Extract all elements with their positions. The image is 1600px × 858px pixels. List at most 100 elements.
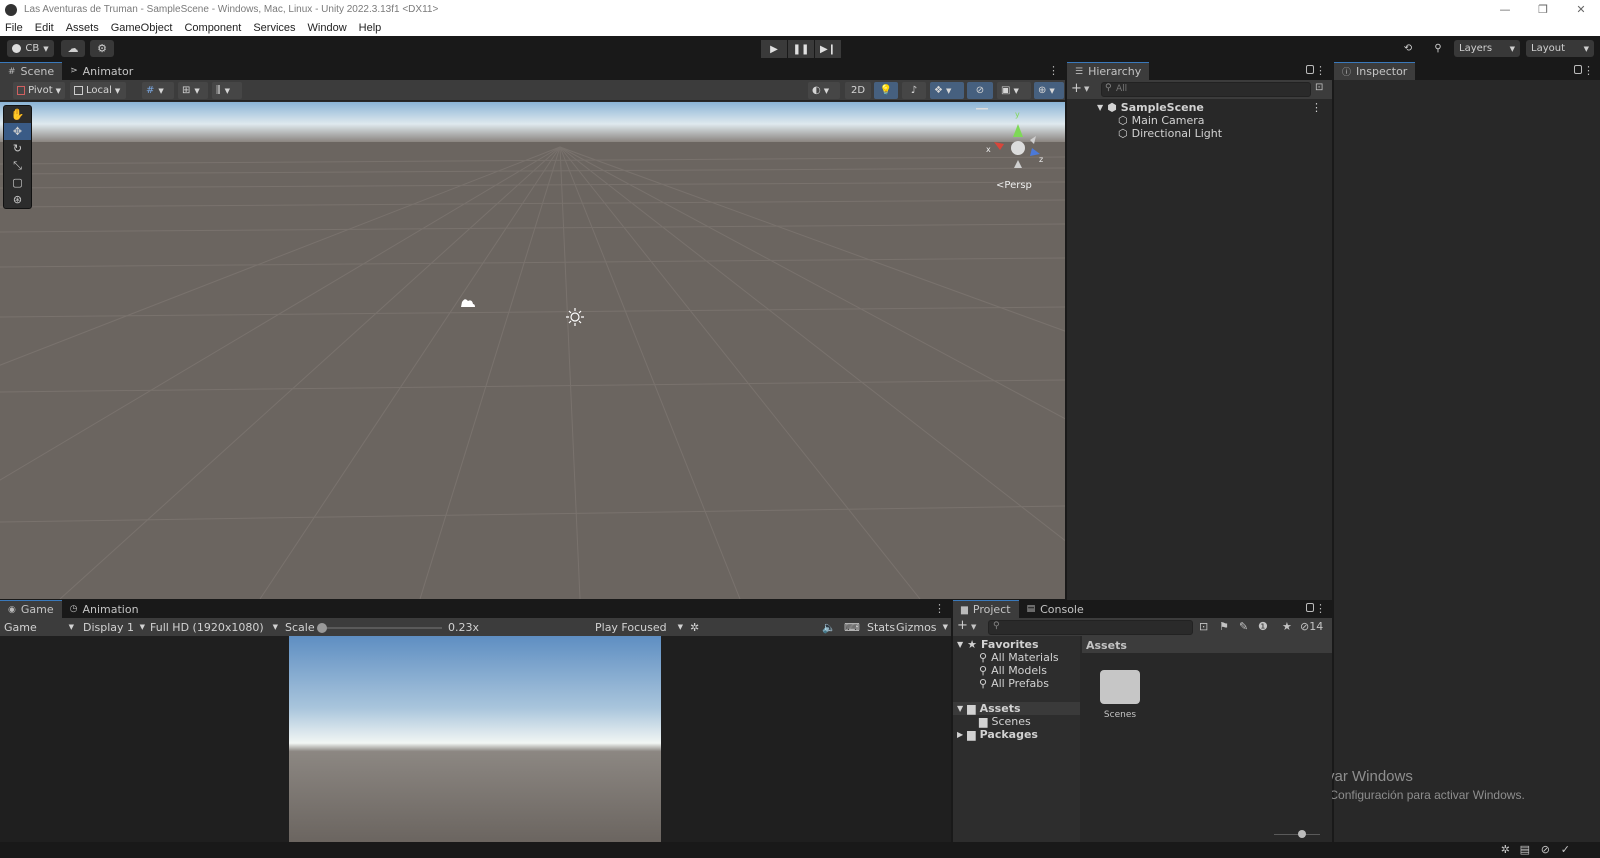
restore-button[interactable]: ❐: [1524, 0, 1562, 19]
star-icon[interactable]: ★: [1282, 620, 1292, 633]
account-button[interactable]: CB ▼: [7, 40, 54, 57]
add-icon[interactable]: +: [957, 618, 968, 633]
hidden-packages-toggle[interactable]: ⊘14: [1300, 620, 1323, 633]
panel-menu-icon[interactable]: ⋮: [1583, 64, 1594, 77]
favorite-all-models[interactable]: ⚲ All Models: [979, 664, 1047, 677]
keyboard-icon[interactable]: ⌨: [844, 620, 860, 634]
scale-tool[interactable]: ⤡: [4, 157, 31, 174]
cache-server-icon[interactable]: ▤: [1520, 843, 1530, 856]
menu-edit[interactable]: Edit: [35, 22, 54, 34]
transform-tool[interactable]: ⊛: [4, 191, 31, 208]
icon-size-slider-thumb[interactable]: [1298, 830, 1306, 838]
move-tool[interactable]: ✥: [4, 123, 31, 140]
rotate-tool[interactable]: ↻: [4, 140, 31, 157]
scale-slider[interactable]: [317, 623, 442, 633]
tab-animation[interactable]: ◷ Animation: [62, 600, 147, 618]
favorite-all-prefabs[interactable]: ⚲ All Prefabs: [979, 677, 1049, 690]
tag-icon[interactable]: ✎: [1239, 620, 1248, 633]
hierarchy-item-main-camera[interactable]: ⬡ Main Camera: [1118, 114, 1205, 127]
resolution-dropdown[interactable]: Full HD (1920x1080) ▼: [150, 620, 278, 634]
asset-scenes-folder[interactable]: Scenes: [1100, 670, 1140, 720]
pivot-dropdown[interactable]: Pivot ▼: [13, 82, 65, 99]
audio-toggle-button[interactable]: ♪: [902, 82, 926, 99]
gizmos-dropdown[interactable]: Gizmos ▼: [896, 620, 948, 634]
hidden-objects-toggle-button[interactable]: ⊘: [967, 82, 993, 99]
favorites-section[interactable]: ▼ ★ Favorites: [957, 638, 1039, 651]
undo-history-button[interactable]: ⟲: [1397, 40, 1419, 57]
debug-bug-icon[interactable]: ✲: [690, 620, 699, 634]
icon-size-slider[interactable]: [1274, 830, 1320, 838]
menu-component[interactable]: Component: [184, 22, 241, 34]
effects-toggle-button[interactable]: ❖ ▼: [930, 82, 964, 99]
gizmos-toggle-button[interactable]: ⊕ ▼: [1034, 82, 1064, 99]
hierarchy-scene-row[interactable]: ▼ ⬢ SampleScene ⋮: [1097, 101, 1322, 114]
menu-help[interactable]: Help: [359, 22, 382, 34]
local-dropdown[interactable]: Local ▼: [70, 82, 126, 99]
perspective-label[interactable]: <Persp: [996, 180, 1032, 191]
tree-scenes-folder[interactable]: ▆ Scenes: [979, 715, 1031, 728]
hierarchy-item-directional-light[interactable]: ⬡ Directional Light: [1118, 127, 1222, 140]
warning-filter-icon[interactable]: ❶: [1258, 620, 1268, 633]
panel-menu-icon[interactable]: ⋮: [934, 602, 945, 615]
mute-audio-icon[interactable]: 🔈: [822, 620, 836, 634]
scale-slider-thumb[interactable]: [317, 623, 328, 633]
tab-inspector[interactable]: ⓘ Inspector: [1334, 62, 1416, 80]
progress-check-icon[interactable]: ✓: [1561, 843, 1570, 856]
menu-assets[interactable]: Assets: [66, 22, 99, 34]
favorite-all-materials[interactable]: ⚲ All Materials: [979, 651, 1059, 664]
search-by-type-icon[interactable]: ⊡: [1315, 82, 1323, 93]
minimize-button[interactable]: —: [1486, 0, 1524, 19]
layout-dropdown[interactable]: Layout ▼: [1526, 40, 1594, 57]
lighting-toggle-button[interactable]: 💡: [874, 82, 898, 99]
debug-icon[interactable]: ✲: [1501, 843, 1510, 856]
lock-icon[interactable]: [1574, 65, 1582, 74]
game-view-render[interactable]: [289, 636, 661, 842]
search-button[interactable]: ⚲: [1427, 40, 1449, 57]
stats-button[interactable]: Stats: [867, 620, 895, 634]
rect-tool[interactable]: ▢: [4, 174, 31, 191]
collab-button[interactable]: ⚙: [90, 40, 114, 57]
panel-menu-icon[interactable]: ⋮: [1315, 602, 1326, 615]
search-by-label-icon[interactable]: ⚑: [1219, 620, 1229, 633]
panel-menu-icon[interactable]: ⋮: [1048, 64, 1059, 77]
play-button[interactable]: ▶: [761, 40, 787, 58]
shading-mode-button[interactable]: ◐ ▼: [808, 82, 840, 99]
close-button[interactable]: ✕: [1562, 0, 1600, 19]
assets-breadcrumb[interactable]: Assets: [1082, 636, 1332, 653]
tab-hierarchy[interactable]: ☰ Hierarchy: [1067, 62, 1150, 80]
pause-button[interactable]: ❚❚: [788, 40, 814, 58]
project-search-input[interactable]: [988, 620, 1193, 635]
game-view-dropdown[interactable]: Game ▼: [4, 620, 74, 634]
menu-gameobject[interactable]: GameObject: [111, 22, 173, 34]
auto-generate-lighting-icon[interactable]: ⊘: [1541, 843, 1550, 856]
tab-animator[interactable]: ⋗ Animator: [62, 62, 141, 80]
tab-console[interactable]: ▤ Console: [1019, 600, 1092, 618]
grid-snapping-button[interactable]: # ▼: [142, 82, 174, 99]
scene-menu-icon[interactable]: ⋮: [1311, 101, 1322, 114]
tab-scene[interactable]: # Scene: [0, 62, 63, 80]
panel-menu-icon[interactable]: ⋮: [1315, 64, 1326, 77]
display-dropdown[interactable]: Display 1 ▼: [83, 620, 145, 634]
camera-settings-button[interactable]: ▣ ▼: [997, 82, 1031, 99]
play-mode-dropdown[interactable]: Play Focused ▼: [595, 620, 683, 634]
menu-file[interactable]: File: [5, 22, 23, 34]
toggle-2d-button[interactable]: 2D: [845, 82, 871, 99]
tab-project[interactable]: ▆ Project: [953, 600, 1019, 618]
scene-viewport[interactable]: y x z <Persp ✋ ✥ ↻ ⤡ ▢ ⊛: [0, 102, 1065, 599]
cloud-button[interactable]: ☁: [61, 40, 85, 57]
tree-packages-folder[interactable]: ▶ ▆ Packages: [957, 728, 1038, 741]
tree-assets-folder[interactable]: ▼ ▆ Assets: [953, 702, 1080, 715]
increment-snap-button[interactable]: ⫼ ▼: [212, 82, 242, 99]
lock-icon[interactable]: [1306, 603, 1314, 612]
view-tool[interactable]: ✋: [4, 106, 31, 123]
layers-dropdown[interactable]: Layers ▼: [1454, 40, 1520, 57]
step-button[interactable]: ▶❙: [815, 40, 841, 58]
tab-game[interactable]: ◉ Game: [0, 600, 62, 618]
search-by-type-icon[interactable]: ⊡: [1199, 620, 1208, 633]
lock-icon[interactable]: [1306, 65, 1314, 74]
add-icon[interactable]: +: [1071, 81, 1082, 96]
grid-visibility-button[interactable]: ⊞ ▼: [178, 82, 208, 99]
menu-window[interactable]: Window: [308, 22, 347, 34]
hierarchy-search-input[interactable]: All: [1101, 82, 1311, 97]
menu-services[interactable]: Services: [253, 22, 295, 34]
